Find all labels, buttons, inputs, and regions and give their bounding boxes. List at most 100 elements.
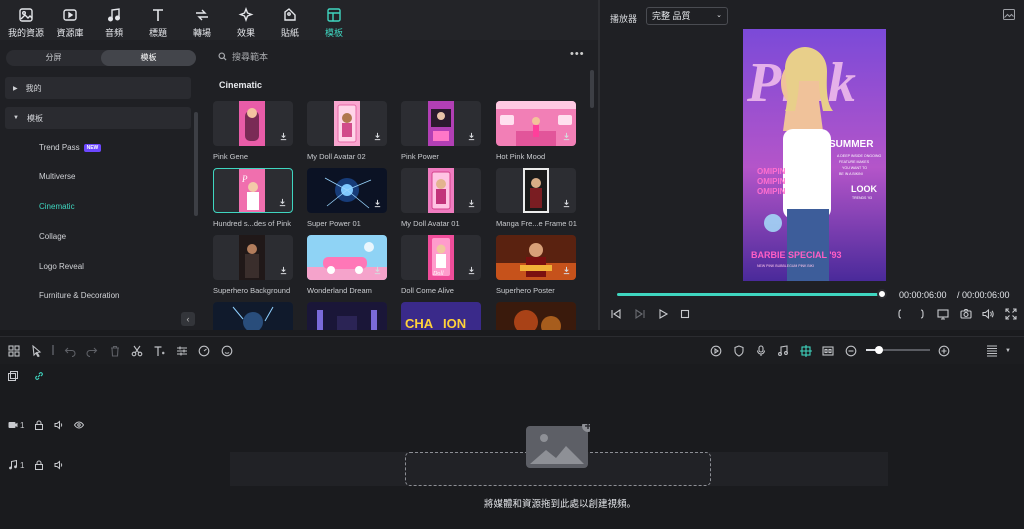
download-icon[interactable] (373, 199, 382, 208)
template-card-pink-gene[interactable] (213, 101, 293, 146)
mark-out-button[interactable] (916, 308, 928, 320)
layout-grid-button[interactable] (8, 345, 20, 357)
sidebar-item-collage[interactable]: Collage (39, 232, 66, 241)
more-options-icon[interactable]: ••• (570, 48, 585, 60)
playback-progress-bar[interactable] (617, 293, 882, 296)
download-icon[interactable] (278, 198, 287, 207)
lock-icon[interactable] (34, 460, 44, 470)
segment-split-screen[interactable]: 分屏 (6, 50, 101, 66)
record-voiceover-button[interactable] (755, 345, 767, 357)
download-icon[interactable] (562, 266, 571, 275)
volume-button[interactable] (982, 308, 994, 320)
tool-stickers[interactable]: 貼紙 (268, 0, 312, 40)
marker-button[interactable] (733, 345, 745, 357)
download-icon[interactable] (467, 199, 476, 208)
pip-button[interactable] (822, 345, 834, 357)
redo-button[interactable] (86, 345, 98, 358)
sidebar-item-trend-pass[interactable]: Trend Pass NEW (39, 143, 102, 152)
stock-media-icon (63, 9, 77, 21)
tool-audio[interactable]: 音頻 (92, 0, 136, 40)
tool-transitions[interactable]: 轉場 (180, 0, 224, 40)
template-card-hundred-shades-of-pink[interactable]: P (213, 168, 293, 213)
template-card[interactable] (496, 302, 576, 330)
zoom-in-button[interactable] (938, 345, 950, 357)
add-text-button[interactable] (153, 345, 165, 357)
undo-button[interactable] (64, 345, 76, 358)
download-icon[interactable] (279, 132, 288, 141)
link-icon[interactable] (34, 371, 44, 381)
adjust-button[interactable] (176, 345, 188, 357)
template-card-hot-pink-mood[interactable] (496, 101, 576, 146)
template-card-pink-power[interactable] (401, 101, 481, 146)
eye-icon[interactable] (74, 420, 85, 430)
segment-templates[interactable]: 模板 (101, 50, 196, 66)
fullscreen-button[interactable] (1005, 308, 1017, 320)
stop-button[interactable] (679, 308, 691, 320)
grid-scrollbar[interactable] (590, 70, 594, 108)
quality-select[interactable]: 完整 品質 ⌄ (646, 7, 728, 25)
camera-icon (960, 308, 972, 319)
sidebar-item-multiverse[interactable]: Multiverse (39, 172, 75, 181)
color-match-button[interactable] (221, 345, 233, 357)
speed-button[interactable] (198, 345, 210, 357)
tree-item-templates[interactable]: ▼ 模板 (5, 107, 191, 129)
delete-button[interactable] (109, 345, 121, 357)
download-icon[interactable] (467, 266, 476, 275)
sidebar-item-cinematic[interactable]: Cinematic (39, 202, 75, 211)
track-number: 1 (20, 420, 25, 430)
add-media-icon[interactable] (526, 424, 590, 470)
select-tool-button[interactable] (31, 344, 43, 358)
snapshot-gallery-icon[interactable] (1003, 9, 1015, 20)
sidebar-item-furniture-decoration[interactable]: Furniture & Decoration (39, 291, 119, 300)
zoom-slider-knob[interactable] (874, 346, 883, 354)
snapshot-button[interactable] (960, 308, 972, 320)
next-frame-button[interactable] (634, 308, 646, 320)
playhead-knob[interactable] (877, 289, 887, 299)
play-button[interactable] (657, 308, 669, 320)
template-card-wonderland-dream[interactable] (307, 235, 387, 280)
template-card[interactable]: CHA ION (401, 302, 481, 330)
mark-in-button[interactable] (894, 308, 906, 320)
template-grid-panel: 搜尋範本 ••• Cinematic Pink Gene My Doll Ava… (204, 40, 598, 330)
ai-audio-button[interactable] (777, 345, 789, 357)
caret-down-icon[interactable]: ▼ (1005, 345, 1017, 357)
template-card-my-doll-avatar-01[interactable] (401, 168, 481, 213)
track-height-button[interactable] (986, 345, 998, 357)
tool-templates[interactable]: 模板 (312, 0, 356, 40)
speaker-icon[interactable] (54, 420, 64, 430)
tree-item-mine[interactable]: ▶ 我的 (5, 77, 191, 99)
template-card-superhero-background[interactable] (213, 235, 293, 280)
template-card[interactable] (213, 302, 293, 330)
render-preview-button[interactable] (710, 345, 722, 357)
download-icon[interactable] (467, 132, 476, 141)
template-card-superhero-poster[interactable] (496, 235, 576, 280)
download-icon[interactable] (373, 266, 382, 275)
speaker-icon[interactable] (54, 460, 64, 470)
sidebar-item-logo-reveal[interactable]: Logo Reveal (39, 262, 84, 271)
collapse-sidebar-button[interactable]: ‹ (181, 312, 195, 326)
lock-icon[interactable] (34, 420, 44, 430)
snap-button[interactable] (800, 345, 812, 357)
template-card-super-power-01[interactable] (307, 168, 387, 213)
poster-blurb: BE IN A BIKINI (839, 172, 863, 176)
add-track-icon[interactable] (8, 371, 18, 381)
download-icon[interactable] (562, 132, 571, 141)
prev-frame-button[interactable] (610, 308, 622, 320)
zoom-out-button[interactable] (845, 345, 857, 357)
template-search[interactable]: 搜尋範本 (218, 50, 268, 63)
template-card-doll-come-alive[interactable]: Doll (401, 235, 481, 280)
tool-stock-media[interactable]: 資源庫 (48, 0, 92, 40)
download-icon[interactable] (562, 199, 571, 208)
template-card[interactable] (307, 302, 387, 330)
download-icon[interactable] (373, 132, 382, 141)
template-card-manga-freeze-frame-01[interactable] (496, 168, 576, 213)
tool-effects[interactable]: 效果 (224, 0, 268, 40)
display-settings-button[interactable] (937, 308, 949, 320)
sidebar-scrollbar[interactable] (194, 112, 198, 216)
template-card-my-doll-avatar-02[interactable] (307, 101, 387, 146)
step-forward-icon (635, 308, 645, 320)
split-button[interactable] (131, 345, 143, 357)
tool-my-media[interactable]: 我的資源 (4, 0, 48, 40)
tool-titles[interactable]: 標題 (136, 0, 180, 40)
download-icon[interactable] (279, 266, 288, 275)
